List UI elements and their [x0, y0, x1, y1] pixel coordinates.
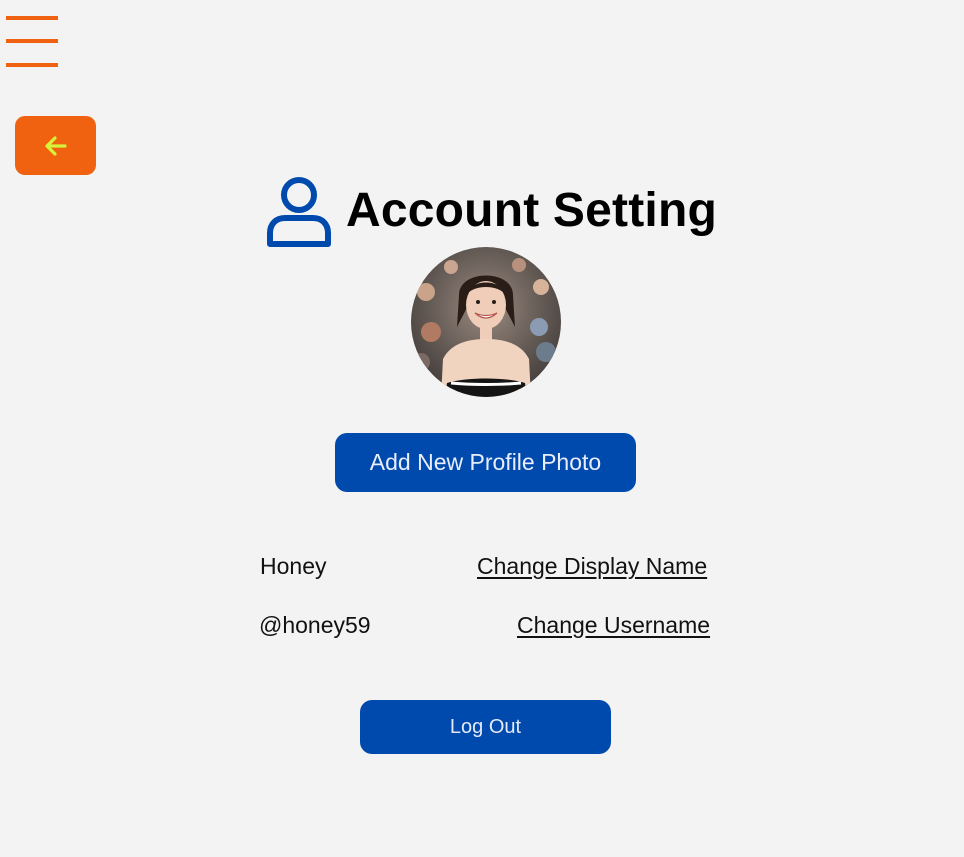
user-icon [267, 177, 331, 247]
menu-bar [6, 39, 58, 43]
menu-bar [6, 63, 58, 67]
page-title: Account Setting [346, 183, 717, 237]
arrow-left-icon [44, 135, 67, 156]
username-value: @honey59 [259, 612, 371, 638]
change-display-name-link[interactable]: Change Display Name [477, 553, 707, 580]
menu-bar [6, 16, 58, 20]
change-username-link[interactable]: Change Username [517, 612, 710, 639]
back-button[interactable] [15, 116, 96, 175]
avatar [411, 247, 561, 397]
add-profile-photo-button[interactable]: Add New Profile Photo [335, 433, 636, 492]
hamburger-menu-icon[interactable] [6, 16, 58, 68]
profile-photo [411, 247, 561, 397]
display-name-value: Honey [260, 553, 327, 579]
logout-button[interactable]: Log Out [360, 700, 611, 754]
page-header: Account Setting [266, 174, 717, 250]
